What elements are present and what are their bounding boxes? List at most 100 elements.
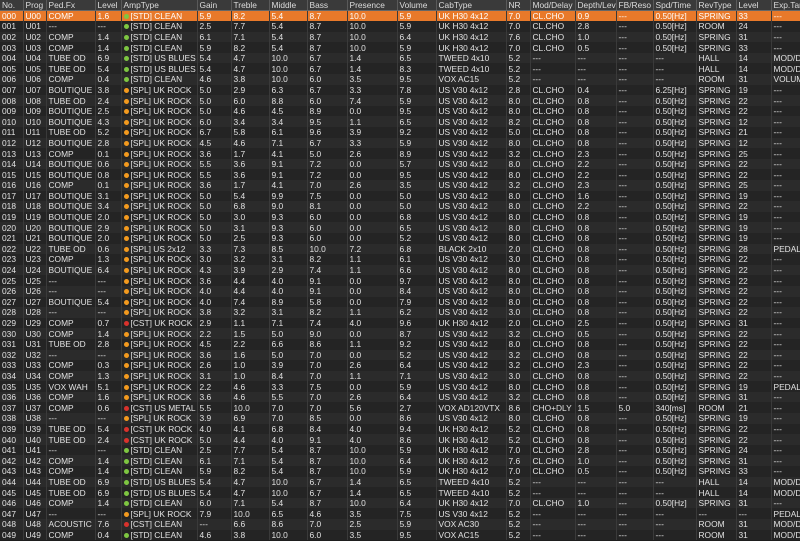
table-row[interactable]: 029 U29 COMP 0.7 [CST] UK ROCK 2.9 1.1 7.1 7.4 4.…	[0, 317, 800, 329]
cell: COMP	[46, 254, 96, 265]
table-row[interactable]: 042 U42 COMP 1.4 [STD] CLEAN 6.1 7.1 5.4 8.7 10.0…	[0, 455, 800, 467]
cell: CL.CHO	[530, 317, 576, 329]
table-row[interactable]: 016 U16 COMP 0.1 [SPL] UK ROCK 3.6 1.7 4.1 7.0 2.…	[0, 180, 800, 191]
table-row[interactable]: 018 U18 BOUTIQUE 3.4 [SPL] UK ROCK 5.0 6.8 9.0 8…	[0, 201, 800, 212]
table-row[interactable]: 002 U02 COMP 1.4 [STD] CLEAN 6.1 7.1 5.4 8.7 10.0…	[0, 31, 800, 43]
column-header-11[interactable]: CabType	[436, 0, 507, 11]
table-row[interactable]: 015 U15 BOUTIQUE 0.8 [SPL] UK ROCK 5.5 3.6 9.1 7…	[0, 169, 800, 180]
table-row[interactable]: 044 U44 TUBE OD 6.9 [STD] US BLUES 5.4 4.7 10.0…	[0, 476, 800, 488]
table-row[interactable]: 009 U09 BOUTIQUE 2.5 [SPL] UK ROCK 5.0 4.6 4.5 8…	[0, 105, 800, 117]
amp-status-dot-icon	[123, 14, 129, 20]
column-header-1[interactable]: Prog	[23, 0, 47, 11]
table-row[interactable]: 030 U30 COMP 1.4 [SPL] UK ROCK 2.2 1.5 5.0 9.0 0.…	[0, 328, 800, 339]
amp-type-label: [CST] US METAL	[130, 402, 196, 413]
table-row[interactable]: 014 U14 BOUTIQUE 0.6 [SPL] UK ROCK 5.5 3.6 9.1 7…	[0, 158, 800, 170]
table-row[interactable]: 010 U10 BOUTIQUE 4.3 [SPL] UK ROCK 6.0 3.4 3.4 9…	[0, 116, 800, 128]
table-row[interactable]: 000 U00 COMP 1.6 [STD] CLEAN 5.9 8.2 5.4 8.7 10.0…	[0, 10, 800, 22]
cell: 5.2	[506, 52, 531, 64]
column-header-19[interactable]: Exp.Target	[771, 0, 800, 11]
column-header-14[interactable]: Depth/Lev	[575, 0, 617, 11]
column-header-15[interactable]: FB/Reso	[616, 0, 654, 11]
table-row[interactable]: 048 U48 ACOUSTIC 7.6 [CST] CLEAN --- 6.6 8.6 7.0…	[0, 519, 800, 530]
table-row[interactable]: 045 U45 TUBE OD 6.9 [STD] US BLUES 5.4 4.7 10.0…	[0, 487, 800, 498]
cell: U10	[23, 116, 47, 128]
column-header-4[interactable]: AmpType	[121, 0, 198, 11]
table-row[interactable]: 049 U49 COMP 0.4 [STD] CLEAN 4.6 3.8 10.0 6.0 3.5…	[0, 529, 800, 541]
table-row[interactable]: 036 U36 COMP 1.6 [SPL] UK ROCK 3.6 4.6 5.5 7.0 2.…	[0, 391, 800, 403]
table-row[interactable]: 007 U07 BOUTIQUE 3.8 [SPL] UK ROCK 5.0 2.9 6.3 6…	[0, 84, 800, 96]
table-row[interactable]: 023 U23 COMP 1.3 [SPL] UK ROCK 3.0 3.2 3.1 8.2 1.…	[0, 254, 800, 265]
cell: 5.0	[307, 148, 348, 159]
column-header-16[interactable]: Spd/Time	[653, 0, 697, 11]
column-header-0[interactable]: No.	[0, 0, 24, 11]
table-row[interactable]: 020 U20 BOUTIQUE 2.9 [SPL] UK ROCK 5.0 3.1 9.3 6…	[0, 222, 800, 233]
cell: 8.0	[506, 275, 531, 286]
table-row[interactable]: 038 U38 --- --- [SPL] UK ROCK 3.9 6.9 7.0 8.5 0.0…	[0, 413, 800, 424]
cell: 000	[0, 10, 24, 22]
table-row[interactable]: 047 U47 --- --- [SPL] UK ROCK 7.9 10.0 6.5 4.6 3.…	[0, 508, 800, 519]
cell: 12	[736, 137, 772, 149]
table-row[interactable]: 024 U24 BOUTIQUE 6.4 [SPL] UK ROCK 4.3 3.9 2.9 7…	[0, 264, 800, 276]
column-header-18[interactable]: Level	[736, 0, 772, 11]
cell: 5.2	[397, 349, 437, 361]
table-row[interactable]: 041 U41 --- --- [STD] CLEAN 2.5 7.7 5.4 8.7 10.0 5…	[0, 444, 800, 456]
column-header-9[interactable]: Presence	[347, 0, 398, 11]
table-row[interactable]: 017 U17 BOUTIQUE 3.1 [SPL] UK ROCK 5.0 5.4 9.9 7…	[0, 190, 800, 202]
cell: 020	[0, 222, 24, 233]
table-row[interactable]: 001 U01 --- --- [STD] CLEAN 2.5 7.7 5.4 8.7 10.0 5…	[0, 21, 800, 32]
table-row[interactable]: 022 U22 TUBE OD 0.6 [SPL] US 2x12 3.3 7.3 8.5 10…	[0, 243, 800, 255]
table-row[interactable]: 027 U27 BOUTIQUE 5.4 [SPL] UK ROCK 4.0 7.4 8.9 5…	[0, 296, 800, 308]
cell: 7.4	[307, 264, 348, 276]
table-row[interactable]: 025 U25 --- --- [SPL] UK ROCK 3.6 4.4 4.0 9.1 0.0…	[0, 275, 800, 286]
table-row[interactable]: 031 U31 TUBE OD 2.8 [SPL] UK ROCK 4.5 2.2 6.6 8.…	[0, 338, 800, 350]
table-row[interactable]: 043 U43 COMP 1.4 [STD] CLEAN 5.9 8.2 5.4 8.7 10.0…	[0, 466, 800, 477]
cell: 22	[736, 338, 772, 350]
column-header-7[interactable]: Middle	[269, 0, 308, 11]
table-row[interactable]: 037 U37 COMP 0.6 [CST] US METAL 5.5 10.0 7.0 7.0…	[0, 402, 800, 414]
table-row[interactable]: 028 U28 --- --- [SPL] UK ROCK 3.8 3.2 3.1 8.2 1.1…	[0, 307, 800, 318]
table-row[interactable]: 035 U35 VOX WAH 5.1 [SPL] UK ROCK 2.2 4.6 3.3 7.…	[0, 381, 800, 392]
cell: 4.5	[197, 137, 232, 149]
table-row[interactable]: 039 U39 TUBE OD 5.4 [CST] UK ROCK 4.0 4.1 6.8 8.…	[0, 423, 800, 435]
table-row[interactable]: 026 U26 --- --- [SPL] UK ROCK 4.0 4.4 4.0 9.1 0.0…	[0, 285, 800, 297]
cell: 22	[736, 275, 772, 286]
table-row[interactable]: 012 U12 BOUTIQUE 2.8 [SPL] UK ROCK 4.5 4.6 7.1 6…	[0, 137, 800, 149]
cell: ---	[771, 10, 800, 22]
table-row[interactable]: 004 U04 TUBE OD 6.9 [STD] US BLUES 5.4 4.7 10.0…	[0, 52, 800, 64]
table-row[interactable]: 021 U21 BOUTIQUE 2.0 [SPL] UK ROCK 5.0 2.5 9.3 6…	[0, 232, 800, 244]
table-row[interactable]: 033 U33 COMP 0.3 [SPL] UK ROCK 2.6 1.0 3.9 7.0 2.…	[0, 360, 800, 371]
table-row[interactable]: 003 U03 COMP 1.4 [STD] CLEAN 5.9 8.2 5.4 8.7 10.0…	[0, 42, 800, 53]
table-row[interactable]: 046 U46 COMP 1.4 [STD] CLEAN 6.0 7.1 5.4 8.7 10.0…	[0, 497, 800, 509]
cell: CL.CHO	[530, 243, 576, 255]
cell: 22	[736, 370, 772, 382]
cell: SPRING	[696, 84, 737, 96]
cell: UK H30 4x12	[436, 497, 507, 509]
cell: 4.0	[347, 434, 398, 445]
table-row[interactable]: 013 U13 COMP 0.1 [SPL] UK ROCK 3.6 1.7 4.1 5.0 2.…	[0, 148, 800, 159]
table-row[interactable]: 032 U32 --- --- [SPL] UK ROCK 3.6 1.6 5.0 7.0 0.0…	[0, 349, 800, 361]
table-row[interactable]: 005 U05 TUBE OD 5.4 [STD] US BLUES 5.4 4.7 10.0…	[0, 63, 800, 75]
cell: U06	[23, 74, 47, 85]
column-header-2[interactable]: Ped.Fx	[46, 0, 96, 11]
cell: 7.0	[307, 180, 348, 191]
column-header-8[interactable]: Bass	[307, 0, 348, 11]
column-header-17[interactable]: RevType	[696, 0, 737, 11]
cell: 10.0	[269, 63, 308, 75]
column-header-12[interactable]: NR	[506, 0, 531, 11]
cell: 8.6	[397, 434, 437, 445]
cell: 7.4	[347, 95, 398, 106]
column-header-6[interactable]: Treble	[231, 0, 270, 11]
column-header-3[interactable]: Level	[95, 0, 122, 11]
table-row[interactable]: 040 U40 TUBE OD 2.4 [CST] UK ROCK 5.0 4.4 4.0 9.…	[0, 434, 800, 445]
table-row[interactable]: 011 U11 TUBE OD 5.2 [SPL] UK ROCK 6.7 5.8 6.1 9.…	[0, 127, 800, 138]
column-header-13[interactable]: Mod/Delay	[530, 0, 576, 11]
table-row[interactable]: 034 U34 COMP 1.3 [SPL] UK ROCK 3.1 1.0 8.4 7.0 1.…	[0, 370, 800, 382]
table-row[interactable]: 019 U19 BOUTIQUE 2.0 [SPL] UK ROCK 5.0 3.0 9.3 6…	[0, 211, 800, 223]
cell: 5.9	[197, 42, 232, 53]
column-header-5[interactable]: Gain	[197, 0, 232, 11]
cell: 034	[0, 370, 24, 382]
cell: 4.5	[269, 105, 308, 117]
column-header-10[interactable]: Volume	[397, 0, 437, 11]
table-row[interactable]: 008 U08 TUBE OD 2.4 [SPL] UK ROCK 5.0 6.0 8.8 6.…	[0, 95, 800, 106]
table-row[interactable]: 006 U06 COMP 0.4 [STD] CLEAN 4.6 3.8 10.0 6.0 3.5…	[0, 74, 800, 85]
